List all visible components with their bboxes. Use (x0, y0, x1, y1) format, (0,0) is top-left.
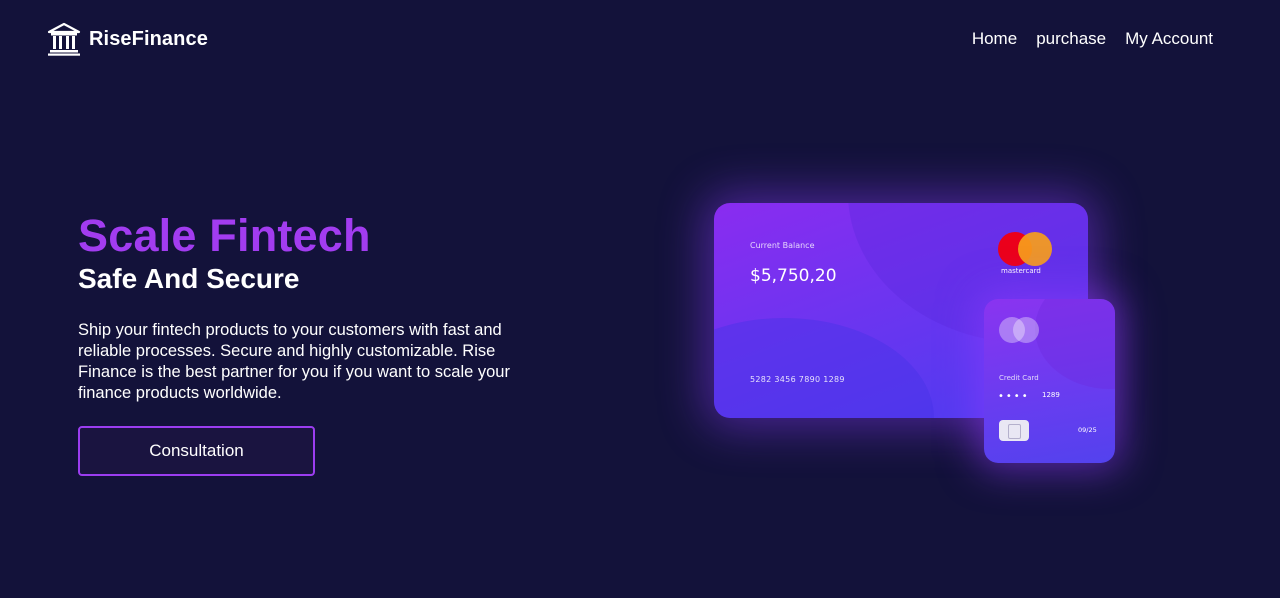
main-nav: Home purchase My Account (972, 29, 1213, 49)
mastercard-logo-icon (998, 232, 1054, 268)
credit-card-label: Credit Card (999, 374, 1039, 382)
landing-page: RiseFinance Home purchase My Account Sca… (0, 0, 1280, 598)
chip-icon (999, 420, 1029, 441)
hero-description: Ship your fintech products to your custo… (78, 321, 510, 402)
card-expiry: 09/25 (1078, 426, 1097, 434)
balance-amount: $5,750,20 (750, 266, 837, 286)
card-last4: 1289 (1042, 391, 1060, 399)
consultation-button[interactable]: Consultation (78, 426, 315, 476)
hero-subtitle: Safe And Secure (78, 263, 300, 294)
hero-title: Scale Fintech (78, 210, 371, 261)
masked-digits: •••• (998, 391, 1030, 402)
nav-home[interactable]: Home (972, 29, 1017, 49)
card-decoration (1035, 299, 1115, 389)
balance-label: Current Balance (750, 241, 815, 250)
bank-icon (47, 22, 81, 56)
brand-logo[interactable]: RiseFinance (47, 22, 208, 56)
card-decoration (714, 318, 934, 418)
card-number: 5282 3456 7890 1289 (750, 375, 845, 384)
card-network-icon (999, 317, 1043, 343)
brand-name: RiseFinance (89, 27, 208, 50)
nav-my-account[interactable]: My Account (1125, 29, 1213, 49)
card-network-label: mastercard (1001, 267, 1041, 275)
credit-card: Credit Card •••• 1289 09/25 (984, 299, 1115, 463)
nav-purchase[interactable]: purchase (1036, 29, 1106, 49)
